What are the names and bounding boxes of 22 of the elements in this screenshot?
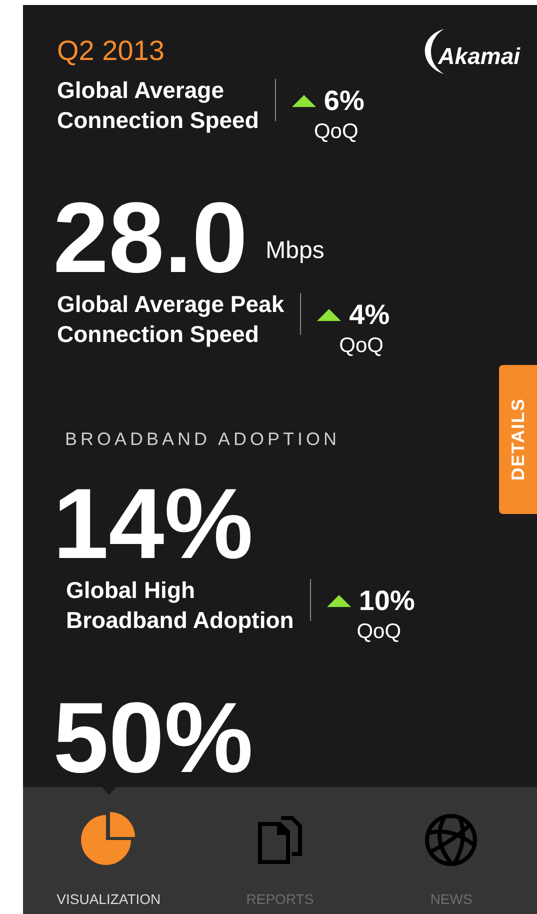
logo-wordmark: Akamai <box>438 42 520 71</box>
metric-label: Global Average Connection Speed <box>57 76 259 135</box>
tab-bar-item[interactable]: VISUALIZATION <box>23 787 194 914</box>
change-value: 6% <box>324 87 364 115</box>
change-period: QoQ <box>314 121 358 142</box>
section-heading: BROADBAND ADOPTION <box>65 429 340 449</box>
unit-label: Mbps <box>266 239 324 263</box>
change-period: QoQ <box>339 335 384 356</box>
globe-icon <box>424 811 478 869</box>
tab-bar-item[interactable]: REPORTS <box>194 787 366 914</box>
tab-bar-item[interactable]: NEWS <box>366 787 537 914</box>
big-metric-value: 50% <box>53 697 254 779</box>
period-title: Q2 2013 <box>57 37 164 65</box>
change-period: QoQ <box>356 621 402 642</box>
selection-pointer <box>100 786 117 795</box>
change-value: 10% <box>358 587 415 615</box>
metric-label: Global Average Peak Connection Speed <box>57 290 284 349</box>
change-value: 4% <box>349 301 390 329</box>
metric-label: Global High Broadband Adoption <box>66 576 294 635</box>
details-tab[interactable]: DETAILS <box>499 365 537 514</box>
big-metric-value: 28.0 <box>53 197 248 279</box>
big-metric-value: 14% <box>53 483 254 565</box>
